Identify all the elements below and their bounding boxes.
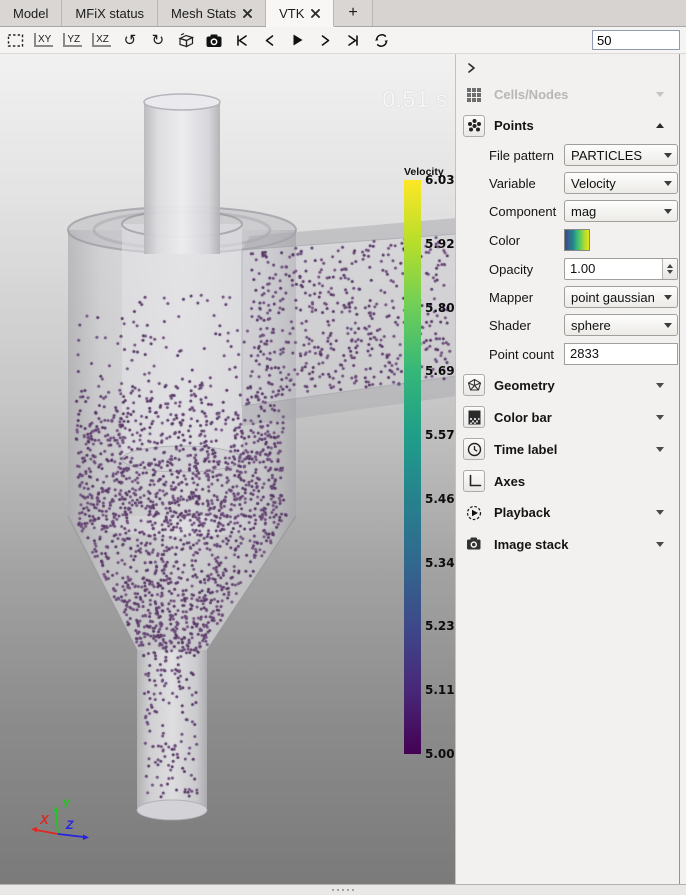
perspective-icon[interactable] xyxy=(177,30,195,50)
section-time-label[interactable]: Time label xyxy=(456,433,679,465)
z-axis-label: Z xyxy=(65,818,74,832)
mapper-label: Mapper xyxy=(489,290,564,305)
snapshot-camera-icon[interactable] xyxy=(205,30,223,50)
close-icon[interactable] xyxy=(311,9,320,18)
panel-scroll-gutter[interactable] xyxy=(680,54,686,884)
shader-label: Shader xyxy=(489,318,564,333)
x-axis-label: X xyxy=(39,812,50,827)
colorbar-icon[interactable] xyxy=(463,406,485,428)
file-pattern-label: File pattern xyxy=(489,148,564,163)
section-axes[interactable]: Axes xyxy=(456,465,679,497)
spinner-arrows[interactable] xyxy=(662,259,677,279)
color-label: Color xyxy=(489,233,564,248)
chevron-down-icon[interactable] xyxy=(656,447,664,452)
variable-label: Variable xyxy=(489,176,564,191)
colorbar-tick: 5.34 xyxy=(425,556,455,570)
colorbar-gradient xyxy=(404,180,421,754)
chevron-down-icon[interactable] xyxy=(656,383,664,388)
view-xy-button[interactable]: XY xyxy=(34,30,53,50)
chevron-down-icon xyxy=(664,295,672,300)
orientation-axes: Y X Z xyxy=(22,794,92,846)
opacity-label: Opacity xyxy=(489,262,564,277)
section-cells-nodes: Cells/Nodes xyxy=(456,79,679,110)
variable-select[interactable]: Velocity xyxy=(564,172,678,194)
time-label: 0.51 s xyxy=(382,86,448,113)
tab-model[interactable]: Model xyxy=(0,0,62,26)
chevron-down-icon xyxy=(664,209,672,214)
colorbar: Velocity 6.035.925.805.695.575.465.345.2… xyxy=(403,166,455,766)
vtk-settings-panel: Cells/Nodes Points File pattern PARTICLE… xyxy=(455,54,686,884)
close-icon[interactable] xyxy=(243,9,252,18)
play-circle-icon[interactable] xyxy=(463,502,485,524)
colorbar-tick: 5.11 xyxy=(425,683,455,697)
points-icon[interactable] xyxy=(463,115,485,137)
mapper-select[interactable]: point gaussian xyxy=(564,286,678,308)
frame-count-input[interactable] xyxy=(592,30,680,50)
colorbar-tick: 5.69 xyxy=(425,364,455,378)
section-playback[interactable]: Playback xyxy=(456,497,679,528)
chevron-down-icon xyxy=(664,323,672,328)
point-count-field[interactable]: 2833 xyxy=(564,343,678,365)
collapse-panel-button[interactable] xyxy=(465,62,477,74)
component-select[interactable]: mag xyxy=(564,200,678,222)
rotate-left-icon[interactable]: ↺ xyxy=(121,30,139,50)
colorbar-tick: 5.80 xyxy=(425,301,455,315)
chevron-down-icon[interactable] xyxy=(656,542,664,547)
tab-bar: Model MFiX status Mesh Stats VTK + xyxy=(0,0,686,27)
chevron-up-icon[interactable] xyxy=(656,123,664,128)
previous-frame-icon[interactable] xyxy=(261,30,279,50)
colormap-swatch-button[interactable] xyxy=(564,229,590,251)
colorbar-tick: 5.92 xyxy=(425,237,455,251)
first-frame-icon[interactable] xyxy=(233,30,251,50)
axes-icon[interactable] xyxy=(463,470,485,492)
tab-mesh-stats[interactable]: Mesh Stats xyxy=(158,0,266,26)
section-geometry[interactable]: Geometry xyxy=(456,369,679,401)
grid-icon xyxy=(463,84,485,106)
camera-icon[interactable] xyxy=(463,533,485,555)
chevron-down-icon xyxy=(664,153,672,158)
component-label: Component xyxy=(489,204,564,219)
shader-select[interactable]: sphere xyxy=(564,314,678,336)
vtk-toolbar: XY YZ XZ ↺ ↻ xyxy=(0,27,686,54)
main-area: 0.51 s Velocity 6.03 5.92 5.80 5.69 5.57 5.46… xyxy=(0,54,686,884)
tab-vtk[interactable]: VTK xyxy=(266,0,334,27)
vtk-3d-viewport[interactable]: 0.51 s Velocity 6.035.925.805.695.575.46… xyxy=(0,54,455,884)
section-image-stack[interactable]: Image stack xyxy=(456,528,679,560)
chevron-down-icon xyxy=(664,181,672,186)
colorbar-ticks: 6.035.925.805.695.575.465.345.235.115.00 xyxy=(425,180,455,754)
rotate-right-icon[interactable]: ↻ xyxy=(149,30,167,50)
next-frame-icon[interactable] xyxy=(317,30,335,50)
view-xz-button[interactable]: XZ xyxy=(92,30,111,50)
loop-icon[interactable] xyxy=(373,30,391,50)
section-points[interactable]: Points xyxy=(456,110,679,141)
colorbar-tick: 5.46 xyxy=(425,492,455,506)
point-count-label: Point count xyxy=(489,347,564,362)
tab-add-button[interactable]: + xyxy=(334,0,372,26)
chevron-down-icon[interactable] xyxy=(656,510,664,515)
view-yz-button[interactable]: YZ xyxy=(63,30,82,50)
splitter-handle[interactable] xyxy=(0,884,686,895)
play-icon[interactable] xyxy=(289,30,307,50)
file-pattern-select[interactable]: PARTICLES xyxy=(564,144,678,166)
tab-mfix-status[interactable]: MFiX status xyxy=(62,0,158,26)
reset-view-icon[interactable] xyxy=(6,30,24,50)
chevron-down-icon[interactable] xyxy=(656,415,664,420)
chevron-down-icon xyxy=(656,92,664,97)
opacity-spinbox[interactable]: 1.00 xyxy=(564,258,678,280)
geometry-icon[interactable] xyxy=(463,374,485,396)
particles-layer xyxy=(0,54,455,884)
clock-icon[interactable] xyxy=(463,438,485,460)
colorbar-tick: 5.57 xyxy=(425,428,455,442)
last-frame-icon[interactable] xyxy=(345,30,363,50)
y-axis-label: Y xyxy=(62,797,71,811)
colorbar-tick: 6.03 xyxy=(425,173,455,187)
colorbar-tick: 5.23 xyxy=(425,619,455,633)
colorbar-tick: 5.00 xyxy=(425,747,455,761)
section-color-bar[interactable]: Color bar xyxy=(456,401,679,433)
